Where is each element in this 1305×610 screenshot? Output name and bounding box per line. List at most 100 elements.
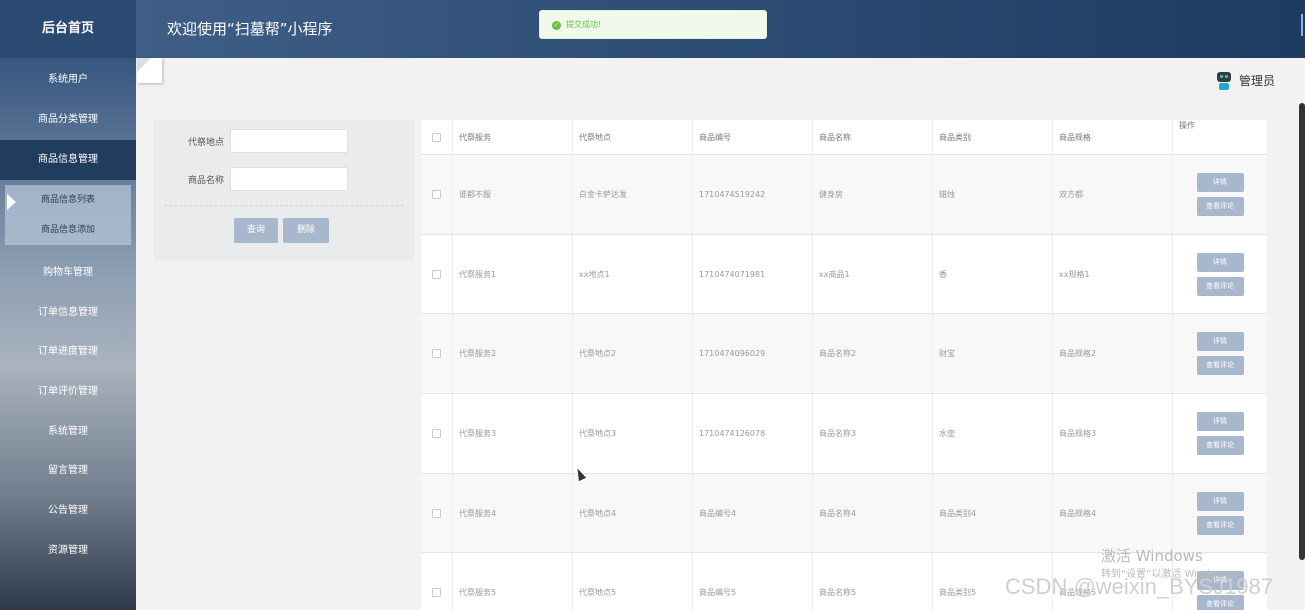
sidebar-subitem-product-add[interactable]: 商品信息添加 — [5, 215, 131, 245]
divider — [164, 205, 404, 206]
column-header: 商品名称 — [813, 119, 933, 155]
table-cell: 代祭地点4 — [573, 473, 693, 553]
sidebar-list: 购物车管理 订单信息管理 订单进度管理 订单评价管理 系统管理 留言管理 公告管… — [0, 253, 136, 571]
sidebar-item-resources[interactable]: 资源管理 — [0, 531, 136, 571]
table-row: 代祭服务3 代祭地点3 1710474126078 商品名称3 水壶 商品规格3… — [421, 394, 1267, 474]
table-cell: 健身房 — [813, 155, 933, 234]
product-table: 代祭服务 代祭地点 商品编号 商品名称 商品类别 商品规格 操作 谁都不服 白金… — [421, 119, 1267, 610]
location-label: 代祭地点 — [187, 137, 224, 148]
sidebar-item-product-info[interactable]: 商品信息管理 — [0, 140, 136, 180]
detail-button[interactable]: 详情 — [1196, 491, 1244, 511]
table-cell: 代祭服务3 — [453, 394, 573, 473]
product-name-input[interactable] — [230, 167, 348, 191]
user-menu[interactable]: 管理员 — [1215, 70, 1275, 90]
table-cell: 代祭地点5 — [573, 553, 693, 610]
view-comments-button[interactable]: 查看评论 — [1196, 356, 1244, 376]
table-cell: 商品名称4 — [813, 473, 933, 553]
row-checkbox[interactable] — [432, 349, 441, 359]
table-cell: 1710474519242 — [693, 155, 813, 234]
table-row: 代祭服务2 代祭地点2 1710474096029 商品名称2 财宝 商品规格2… — [421, 314, 1267, 395]
row-select-cell — [421, 553, 453, 610]
page-scrollbar[interactable] — [1299, 103, 1305, 560]
row-select-cell — [421, 314, 453, 394]
table-cell: 商品规格4 — [1053, 473, 1173, 553]
header-edge-indicator — [1301, 14, 1303, 36]
sidebar-item-product-category[interactable]: 商品分类管理 — [0, 100, 136, 140]
row-select-cell — [421, 394, 453, 473]
sidebar: 后台首页 系统用户 商品分类管理 商品信息管理 商品信息列表 商品信息添加 购物… — [0, 0, 136, 610]
table-cell: xx地点1 — [573, 234, 693, 314]
row-actions: 详情 查看评论 — [1173, 394, 1267, 473]
row-checkbox[interactable] — [432, 508, 441, 518]
sidebar-home-title[interactable]: 后台首页 — [0, 0, 136, 58]
select-all-cell — [421, 119, 453, 155]
column-header: 代祭地点 — [573, 119, 693, 155]
robot-avatar-icon — [1215, 70, 1233, 90]
success-toast: ✓ 提交成功! — [539, 10, 767, 39]
table-cell: 商品名称2 — [813, 314, 933, 394]
user-name: 管理员 — [1238, 73, 1275, 88]
sidebar-item-notices[interactable]: 公告管理 — [0, 491, 136, 531]
check-icon: ✓ — [552, 21, 561, 30]
table-cell: 代祭服务5 — [453, 553, 573, 610]
row-actions: 详情 查看评论 — [1173, 235, 1267, 314]
table-cell: 财宝 — [933, 314, 1053, 394]
table-cell: 商品编号4 — [693, 473, 813, 553]
row-actions: 详情 查看评论 — [1173, 155, 1267, 234]
sidebar-item-orders[interactable]: 订单信息管理 — [0, 293, 136, 333]
detail-button[interactable]: 详情 — [1196, 411, 1244, 431]
column-header: 商品类别 — [933, 119, 1053, 155]
sidebar-item-order-progress[interactable]: 订单进度管理 — [0, 332, 136, 372]
table-row: 谁都不服 白金卡萨达发 1710474519242 健身房 蜡烛 双方都 详情 … — [421, 155, 1267, 235]
select-all-checkbox[interactable] — [432, 132, 441, 142]
table-cell: 蜡烛 — [933, 155, 1053, 234]
table-cell: 商品规格2 — [1053, 314, 1173, 394]
table-cell: 代祭服务4 — [453, 473, 573, 553]
table-cell: 白金卡萨达发 — [573, 155, 693, 234]
view-comments-button[interactable]: 查看评论 — [1196, 435, 1244, 455]
search-row-location: 代祭地点 — [154, 129, 348, 153]
row-select-cell — [421, 473, 453, 553]
table-header: 代祭服务 代祭地点 商品编号 商品名称 商品类别 商品规格 操作 — [421, 119, 1267, 155]
sidebar-item-users[interactable]: 系统用户 — [0, 60, 136, 100]
table-cell: 商品规格3 — [1053, 394, 1173, 473]
table-cell: 商品名称3 — [813, 394, 933, 473]
sidebar-item-cart[interactable]: 购物车管理 — [0, 253, 136, 293]
detail-button[interactable]: 详情 — [1196, 332, 1244, 352]
table-cell: 谁都不服 — [453, 155, 573, 234]
welcome-title: 欢迎使用“扫墓帮”小程序 — [167, 20, 333, 38]
delete-button[interactable]: 删除 — [283, 218, 329, 243]
table-cell: 商品编号5 — [693, 553, 813, 610]
row-actions: 详情 查看评论 — [1173, 314, 1267, 393]
row-checkbox[interactable] — [432, 588, 441, 598]
view-comments-button[interactable]: 查看评论 — [1196, 515, 1244, 535]
sidebar-item-messages[interactable]: 留言管理 — [0, 451, 136, 491]
row-checkbox[interactable] — [432, 189, 441, 199]
row-checkbox[interactable] — [432, 428, 441, 438]
query-button[interactable]: 查询 — [234, 218, 278, 243]
table-cell: 水壶 — [933, 394, 1053, 473]
detail-button[interactable]: 详情 — [1196, 252, 1244, 272]
row-select-cell — [421, 155, 453, 234]
table-cell: 双方都 — [1053, 155, 1173, 234]
table-cell: 1710474096029 — [693, 314, 813, 394]
sidebar-item-system[interactable]: 系统管理 — [0, 412, 136, 452]
table-cell: 代祭地点3 — [573, 394, 693, 473]
collapse-toggle[interactable] — [137, 58, 162, 83]
table-cell: xx规格1 — [1053, 234, 1173, 314]
location-input[interactable] — [230, 129, 348, 153]
sidebar-subitem-product-list[interactable]: 商品信息列表 — [5, 185, 131, 215]
column-header: 商品编号 — [693, 119, 813, 155]
sidebar-item-order-review[interactable]: 订单评价管理 — [0, 372, 136, 412]
table-cell: 代祭服务1 — [453, 234, 573, 314]
table-row: 代祭服务4 代祭地点4 商品编号4 商品名称4 商品类别4 商品规格4 详情 查… — [421, 473, 1267, 554]
row-checkbox[interactable] — [432, 269, 441, 279]
toast-message: 提交成功! — [566, 20, 602, 29]
table-row: 代祭服务1 xx地点1 1710474071981 xx商品1 香 xx规格1 … — [421, 234, 1267, 315]
view-comments-button[interactable]: 查看评论 — [1196, 276, 1244, 296]
search-panel: 代祭地点 商品名称 查询 删除 — [154, 120, 414, 261]
table-cell: 代祭地点2 — [573, 314, 693, 394]
table-cell: 香 — [933, 234, 1053, 314]
detail-button[interactable]: 详情 — [1196, 172, 1244, 192]
view-comments-button[interactable]: 查看评论 — [1196, 196, 1244, 216]
